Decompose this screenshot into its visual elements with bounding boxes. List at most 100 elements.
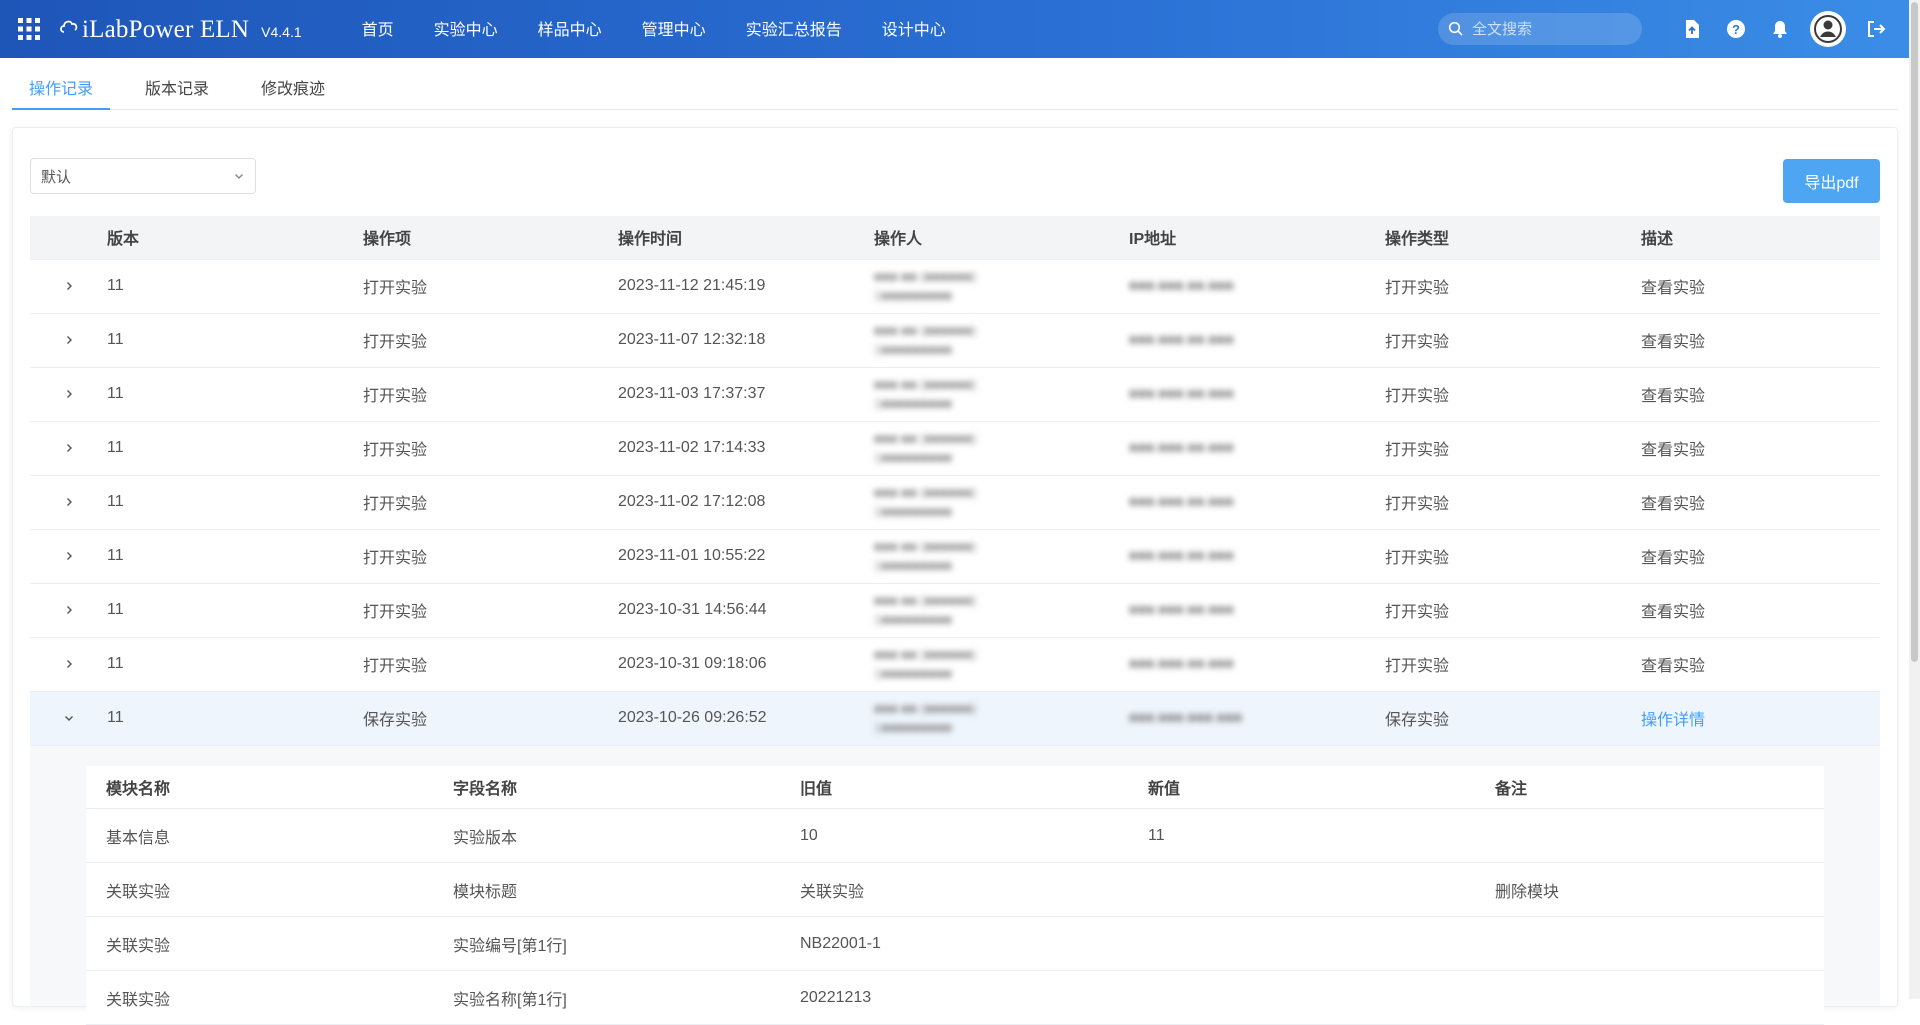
expand-toggle[interactable] bbox=[30, 637, 107, 691]
tab-modification-trace[interactable]: 修改痕迹 bbox=[244, 70, 342, 110]
cell-time: 2023-10-31 14:56:44 bbox=[618, 583, 874, 637]
cell-type: 打开实验 bbox=[1385, 259, 1641, 313]
table-row[interactable]: 11 打开实验 2023-11-07 12:32:18 ■■■ ■■ (■■■■… bbox=[30, 313, 1880, 367]
cell-time: 2023-11-02 17:14:33 bbox=[618, 421, 874, 475]
table-row[interactable]: 11 打开实验 2023-11-01 10:55:22 ■■■ ■■ (■■■■… bbox=[30, 529, 1880, 583]
expand-toggle[interactable] bbox=[30, 421, 107, 475]
column-header-time: 操作时间 bbox=[618, 216, 874, 259]
collapse-toggle[interactable] bbox=[30, 691, 107, 745]
logout-icon[interactable] bbox=[1854, 0, 1898, 58]
detail-field: 实验编号[第1行] bbox=[433, 917, 780, 971]
operator-phone: 1■■■■■■■■■ bbox=[874, 664, 1129, 683]
cell-item: 打开实验 bbox=[363, 475, 618, 529]
detail-module: 基本信息 bbox=[86, 809, 433, 863]
table-row[interactable]: 11 打开实验 2023-11-02 17:14:33 ■■■ ■■ (■■■■… bbox=[30, 421, 1880, 475]
cell-ip: ■■■.■■■.■■.■■■ bbox=[1129, 637, 1385, 691]
table-row[interactable]: 11 打开实验 2023-11-02 17:12:08 ■■■ ■■ (■■■■… bbox=[30, 475, 1880, 529]
search-icon bbox=[1448, 21, 1464, 37]
detail-header-old-value: 旧值 bbox=[780, 766, 1128, 809]
cell-type: 打开实验 bbox=[1385, 529, 1641, 583]
cell-version: 11 bbox=[107, 637, 363, 691]
cell-item: 打开实验 bbox=[363, 529, 618, 583]
cell-desc: 查看实验 bbox=[1641, 367, 1880, 421]
nav-experiment-summary-report[interactable]: 实验汇总报告 bbox=[726, 0, 862, 58]
table-row[interactable]: 11 打开实验 2023-10-31 09:18:06 ■■■ ■■ (■■■■… bbox=[30, 637, 1880, 691]
expand-toggle[interactable] bbox=[30, 313, 107, 367]
cell-type: 保存实验 bbox=[1385, 691, 1641, 745]
detail-new bbox=[1128, 917, 1475, 971]
cell-type: 打开实验 bbox=[1385, 421, 1641, 475]
cell-time: 2023-11-07 12:32:18 bbox=[618, 313, 874, 367]
cell-time: 2023-11-01 10:55:22 bbox=[618, 529, 874, 583]
help-icon[interactable]: ? bbox=[1714, 0, 1758, 58]
operator-phone: 1■■■■■■■■■ bbox=[874, 718, 1129, 737]
ip-address: ■■■.■■■.■■.■■■ bbox=[1129, 493, 1234, 509]
column-header-operator: 操作人 bbox=[874, 216, 1129, 259]
tab-version-log[interactable]: 版本记录 bbox=[128, 70, 226, 110]
cell-type: 打开实验 bbox=[1385, 367, 1641, 421]
cell-version: 11 bbox=[107, 475, 363, 529]
nav-experiment-center[interactable]: 实验中心 bbox=[414, 0, 518, 58]
upload-file-icon[interactable] bbox=[1670, 0, 1714, 58]
expand-toggle[interactable] bbox=[30, 583, 107, 637]
cell-time: 2023-11-12 21:45:19 bbox=[618, 259, 874, 313]
cell-operator: ■■■ ■■ (■■■■■■)1■■■■■■■■■ bbox=[874, 367, 1129, 421]
operator-name: ■■■ ■■ (■■■■■■) bbox=[874, 591, 1129, 610]
cell-desc: 查看实验 bbox=[1641, 313, 1880, 367]
nav-design-center[interactable]: 设计中心 bbox=[862, 0, 966, 58]
apps-grid-icon[interactable] bbox=[0, 0, 58, 58]
operation-log-table: 版本 操作项 操作时间 操作人 IP地址 操作类型 描述 11 打开实验 202… bbox=[30, 216, 1880, 1006]
bell-icon[interactable] bbox=[1758, 0, 1802, 58]
tab-operation-log[interactable]: 操作记录 bbox=[12, 70, 110, 110]
table-row[interactable]: 11 打开实验 2023-11-03 17:37:37 ■■■ ■■ (■■■■… bbox=[30, 367, 1880, 421]
expand-toggle[interactable] bbox=[30, 529, 107, 583]
chevron-right-icon bbox=[63, 280, 75, 292]
export-pdf-button[interactable]: 导出pdf bbox=[1783, 159, 1880, 203]
search-input[interactable] bbox=[1472, 21, 1632, 38]
table-row[interactable]: 11 打开实验 2023-10-31 14:56:44 ■■■ ■■ (■■■■… bbox=[30, 583, 1880, 637]
global-search bbox=[1438, 13, 1642, 45]
cell-type: 打开实验 bbox=[1385, 475, 1641, 529]
cell-operator: ■■■ ■■ (■■■■■■)1■■■■■■■■■ bbox=[874, 637, 1129, 691]
svg-text:?: ? bbox=[1732, 22, 1740, 37]
cell-time: 2023-10-31 09:18:06 bbox=[618, 637, 874, 691]
operation-detail-link[interactable]: 操作详情 bbox=[1641, 712, 1705, 729]
column-header-ip: IP地址 bbox=[1129, 216, 1385, 259]
vertical-scrollbar[interactable] bbox=[1909, 0, 1920, 999]
cell-item: 打开实验 bbox=[363, 313, 618, 367]
expand-toggle[interactable] bbox=[30, 259, 107, 313]
operator-name: ■■■ ■■ (■■■■■■) bbox=[874, 267, 1129, 286]
cell-version: 11 bbox=[107, 421, 363, 475]
nav-management-center[interactable]: 管理中心 bbox=[622, 0, 726, 58]
record-tabs: 操作记录 版本记录 修改痕迹 bbox=[12, 70, 1898, 110]
avatar[interactable] bbox=[1810, 11, 1846, 47]
chevron-right-icon bbox=[63, 496, 75, 508]
detail-row: 关联实验 实验编号[第1行] NB22001-1 bbox=[86, 917, 1824, 971]
brand[interactable]: iLabPower ELN V4.4.1 bbox=[58, 15, 302, 44]
table-row[interactable]: 11 打开实验 2023-11-12 21:45:19 ■■■ ■■ (■■■■… bbox=[30, 259, 1880, 313]
operator-phone: 1■■■■■■■■■ bbox=[874, 448, 1129, 467]
operator-name: ■■■ ■■ (■■■■■■) bbox=[874, 375, 1129, 394]
cell-ip: ■■■.■■■.■■.■■■ bbox=[1129, 583, 1385, 637]
expand-toggle[interactable] bbox=[30, 367, 107, 421]
operator-phone: 1■■■■■■■■■ bbox=[874, 340, 1129, 359]
detail-note: 删除模块 bbox=[1475, 863, 1824, 917]
filter-select[interactable]: 默认 bbox=[30, 158, 256, 194]
detail-row: 基本信息 实验版本 10 11 bbox=[86, 809, 1824, 863]
detail-old: 10 bbox=[780, 809, 1128, 863]
cell-desc: 操作详情 bbox=[1641, 691, 1880, 745]
ip-address: ■■■.■■■.■■.■■■ bbox=[1129, 547, 1234, 563]
detail-new: 11 bbox=[1128, 809, 1475, 863]
nav-home[interactable]: 首页 bbox=[342, 0, 414, 58]
detail-header-field: 字段名称 bbox=[433, 766, 780, 809]
ip-address: ■■■.■■■.■■.■■■ bbox=[1129, 655, 1234, 671]
scrollbar-thumb[interactable] bbox=[1911, 2, 1918, 662]
cell-operator: ■■■ ■■ (■■■■■■)1■■■■■■■■■ bbox=[874, 313, 1129, 367]
detail-field: 实验版本 bbox=[433, 809, 780, 863]
detail-field: 模块标题 bbox=[433, 863, 780, 917]
table-row-expanded[interactable]: 11 保存实验 2023-10-26 09:26:52 ■■■ ■■ (■■■■… bbox=[30, 691, 1880, 745]
nav-sample-center[interactable]: 样品中心 bbox=[518, 0, 622, 58]
expand-toggle[interactable] bbox=[30, 475, 107, 529]
cell-version: 11 bbox=[107, 691, 363, 745]
ip-address: ■■■.■■■.■■.■■■ bbox=[1129, 277, 1234, 293]
